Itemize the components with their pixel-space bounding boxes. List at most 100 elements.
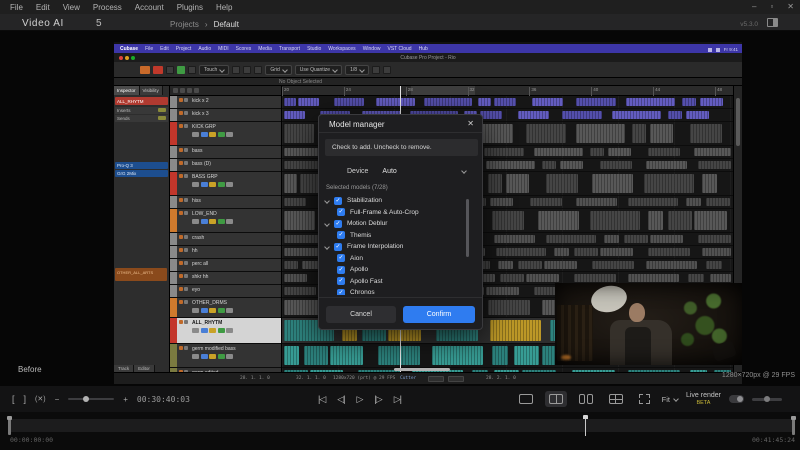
split-view-button[interactable] [545,391,567,407]
model-group-row[interactable]: ✓Motion Deblur [323,218,473,230]
track-header-row: kick x 3 [170,109,281,122]
slider-knob[interactable] [764,396,770,402]
audio-event [698,235,731,243]
track-color-strip [170,172,177,195]
app-window: FileEditViewProcessAccountPluginsHelp – … [0,0,800,450]
grid-view-button[interactable] [605,391,627,407]
timeline-strip[interactable] [8,419,795,432]
checkbox-checked[interactable]: ✓ [337,277,345,285]
panel-toggle-icon[interactable] [767,18,778,27]
ruler-mark: 44 [653,87,660,96]
track-header-row: crash [170,233,281,246]
skip-end-button[interactable]: ▷| [394,394,401,405]
control-chip [209,328,216,333]
control-chip [201,328,208,333]
breadcrumb-projects[interactable]: Projects [170,20,199,29]
maximize-button[interactable]: ▫ [770,0,773,14]
minimize-button[interactable]: – [752,0,756,14]
checkbox-checked[interactable]: ✓ [334,197,342,205]
track-name: KICK GRP [192,124,216,130]
menu-help[interactable]: Help [216,3,232,12]
menu-file[interactable]: File [10,3,23,12]
model-row[interactable]: ✓Themis [323,230,473,242]
model-row[interactable]: ✓Apollo [323,264,473,276]
section-state-chip [158,116,166,120]
close-button[interactable]: ✕ [787,0,794,14]
model-group-row[interactable]: ✓Stabilization [323,195,473,207]
timeline-playhead[interactable] [585,415,586,436]
confirm-button[interactable]: Confirm [403,306,475,323]
zoom-slider[interactable] [68,398,114,400]
model-group-row[interactable]: ✓Frame Interpolation [323,241,473,253]
chevron-down-icon[interactable] [324,244,330,250]
frame-forward-button[interactable]: |▷ [374,394,381,405]
mute-solo-buttons [179,148,188,152]
audio-event [700,98,723,106]
audio-event [688,274,704,282]
checkbox-checked[interactable]: ✓ [337,208,345,216]
trim-out-button[interactable]: ] [24,394,27,404]
slider-knob[interactable] [83,396,89,402]
selected-models-count: Selected models (7/28) [326,185,388,191]
model-row[interactable]: ✓Aion [323,253,473,265]
trim-end-handle[interactable] [792,416,795,435]
menu-account[interactable]: Account [135,3,164,12]
live-render-toggle[interactable] [729,395,744,403]
menu-edit[interactable]: Edit [36,3,50,12]
track-name: germ modified bass [192,346,236,352]
fit-zoom-dropdown[interactable]: Fit [662,395,678,404]
menu-view[interactable]: View [63,3,80,12]
trim-in-button[interactable]: [ [12,394,15,404]
zoom-out-button[interactable]: − [55,395,60,404]
zoom-in-button[interactable]: + [123,395,128,404]
model-row[interactable]: ✓ Apollo Fast [323,276,473,288]
audio-event [494,235,535,243]
track-control-chips [192,328,233,333]
play-button[interactable]: ▷ [357,394,363,405]
ruler-mark: 28 [406,87,413,96]
trim-start-handle[interactable] [8,416,11,435]
audio-event [590,211,640,230]
single-view-button[interactable] [515,391,537,407]
chevron-down-icon[interactable] [324,198,330,204]
cancel-button[interactable]: Cancel [326,306,396,323]
checkbox-checked[interactable]: ✓ [337,289,345,295]
audio-event [576,124,625,143]
cubase-quantize-dropdown: Use Quantize [295,65,342,75]
info-banner: Check to add. Uncheck to remove. [325,139,478,156]
scrollbar[interactable] [466,199,469,257]
audio-event [432,346,483,365]
mute-solo-buttons [179,235,188,239]
model-row[interactable]: ✓Full-Frame & Auto-Crop [323,207,473,219]
track-color-strip [170,209,177,232]
model-row[interactable]: ✓Chronos [323,287,473,295]
control-chip [201,308,208,313]
menu-plugins[interactable]: Plugins [177,3,203,12]
device-dropdown[interactable]: Device Auto [329,161,474,181]
menu-process[interactable]: Process [93,3,122,12]
solo-button [184,124,188,128]
skip-start-button[interactable]: |◁ [318,394,325,405]
close-icon[interactable]: ✕ [467,119,474,128]
solo-button [184,320,188,324]
track-control-chips [192,354,233,359]
checkbox-checked[interactable]: ✓ [337,231,345,239]
cubase-tool-button [243,66,251,74]
frame-back-button[interactable]: ◁| [337,394,344,405]
solo-button [184,161,188,165]
before-label: Before [18,365,42,374]
checkbox-checked[interactable]: ✓ [337,254,345,262]
model-label: Apollo Fast [350,278,383,285]
audio-event [484,148,524,156]
checkbox-checked[interactable]: ✓ [337,266,345,274]
preview-strength-slider[interactable] [752,398,782,401]
trim-reset-button[interactable]: (✕) [35,395,46,403]
checkbox-checked[interactable]: ✓ [334,220,342,228]
chevron-down-icon[interactable] [324,221,330,227]
audio-event [694,148,731,156]
checkbox-checked[interactable]: ✓ [334,243,342,251]
side-by-side-view-button[interactable] [575,391,597,407]
audio-event [526,274,559,282]
timeline-bar: 00:00:00:00 00:41:45:24 [0,412,800,450]
fullscreen-button[interactable] [635,391,654,407]
